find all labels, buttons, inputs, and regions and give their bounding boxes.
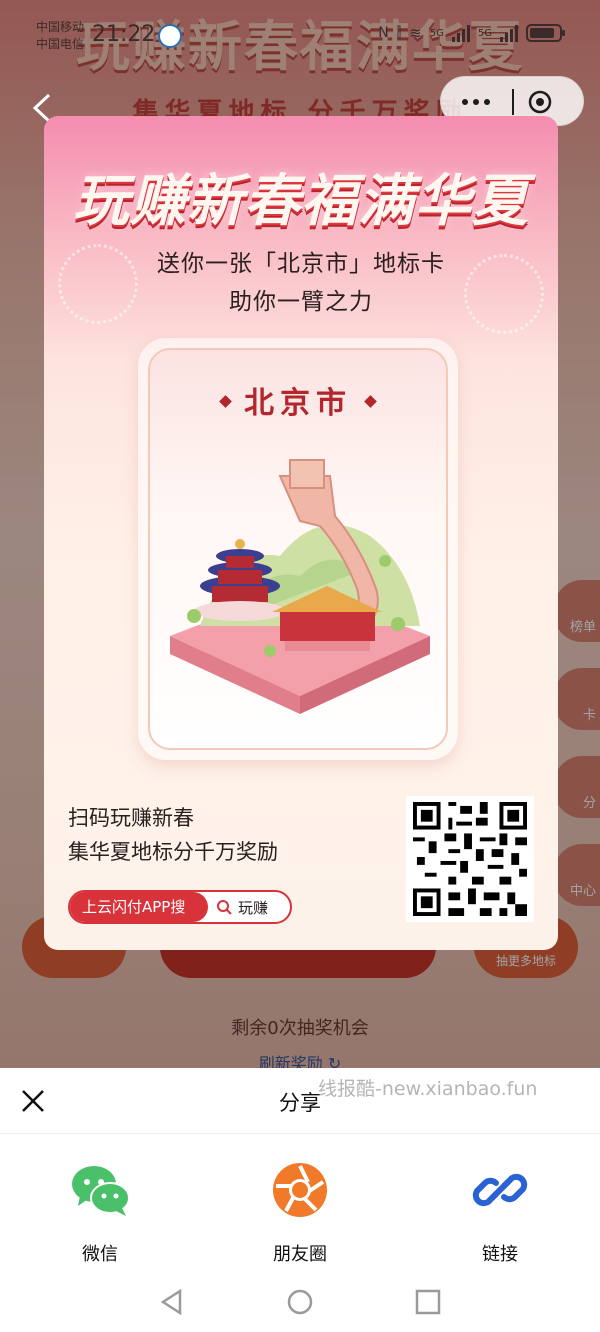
close-circle-icon [528, 90, 552, 114]
network-label-1: 5G [429, 27, 444, 39]
poster-message: 送你一张「北京市」地标卡 [157, 251, 445, 277]
city-name-text: 北京市 [244, 386, 352, 421]
wechat-icon [72, 1166, 130, 1216]
link-icon [472, 1173, 528, 1207]
qr-code-image [413, 802, 527, 916]
carrier-1: 中国移动 [36, 20, 85, 34]
search-keyword: 玩赚 [238, 898, 269, 917]
system-nav-bar [0, 1274, 600, 1332]
back-triangle-icon[interactable] [158, 1288, 186, 1316]
home-circle-icon[interactable] [286, 1288, 314, 1316]
more-dots-icon [462, 99, 468, 105]
nfc-icon: N [378, 25, 389, 41]
app-search-label: 上云闪付APP搜 [70, 892, 208, 922]
share-wechat-label: 微信 [82, 1244, 118, 1265]
signal-icon-1 [451, 24, 470, 42]
carrier-2: 中国电信 [36, 37, 85, 51]
clock: 21:22 [92, 22, 156, 47]
close-mini-program-button[interactable] [527, 89, 553, 115]
poster-title: 玩赚新春福满华夏 [73, 169, 529, 234]
share-poster-card: 玩赚新春福满华夏 送你一张「北京市」地标卡 助你一臂之力 北京市 扫码玩赚新春 … [44, 116, 558, 950]
landmark-card-inner: 北京市 [148, 348, 448, 750]
signal-icon-2 [500, 24, 518, 42]
app-search-hint: 上云闪付APP搜 玩赚 [68, 890, 292, 924]
wifi-icon: ≋ [409, 24, 422, 42]
share-link-label: 链接 [482, 1244, 518, 1265]
scan-prompt-detail: 集华夏地标分千万奖励 [68, 840, 278, 864]
search-icon [217, 900, 232, 915]
diamond-icon [364, 395, 377, 408]
app-notification-icon [158, 24, 182, 48]
moments-icon [273, 1163, 327, 1217]
landmark-card: 北京市 [138, 338, 458, 760]
scan-prompt: 扫码玩赚新春 [68, 806, 194, 830]
search-keyword-box: 玩赚 [208, 892, 290, 922]
status-bar: 中国移动 中国电信 21:22 N ⫿ ≋ 5G 5G [0, 0, 600, 72]
share-moments-button[interactable]: 朋友圈 [240, 1158, 360, 1266]
beijing-landmark-illustration [170, 459, 430, 714]
share-moments-label: 朋友圈 [273, 1244, 327, 1265]
capsule-divider [512, 89, 514, 115]
recents-square-icon[interactable] [414, 1288, 442, 1316]
battery-icon [526, 24, 565, 42]
status-indicators: N ⫿ ≋ 5G 5G [378, 24, 565, 42]
poster-submessage: 助你一臂之力 [229, 289, 373, 315]
share-link-button[interactable]: 链接 [440, 1158, 560, 1266]
watermark: 线报酷-new.xianbao.fun [318, 1078, 538, 1100]
network-label-2: 5G [477, 27, 492, 39]
diamond-icon [219, 395, 232, 408]
qr-code [406, 796, 534, 922]
share-wechat-button[interactable]: 微信 [40, 1158, 160, 1266]
city-name: 北京市 [150, 378, 446, 422]
vibrate-icon: ⫿ [396, 25, 402, 41]
